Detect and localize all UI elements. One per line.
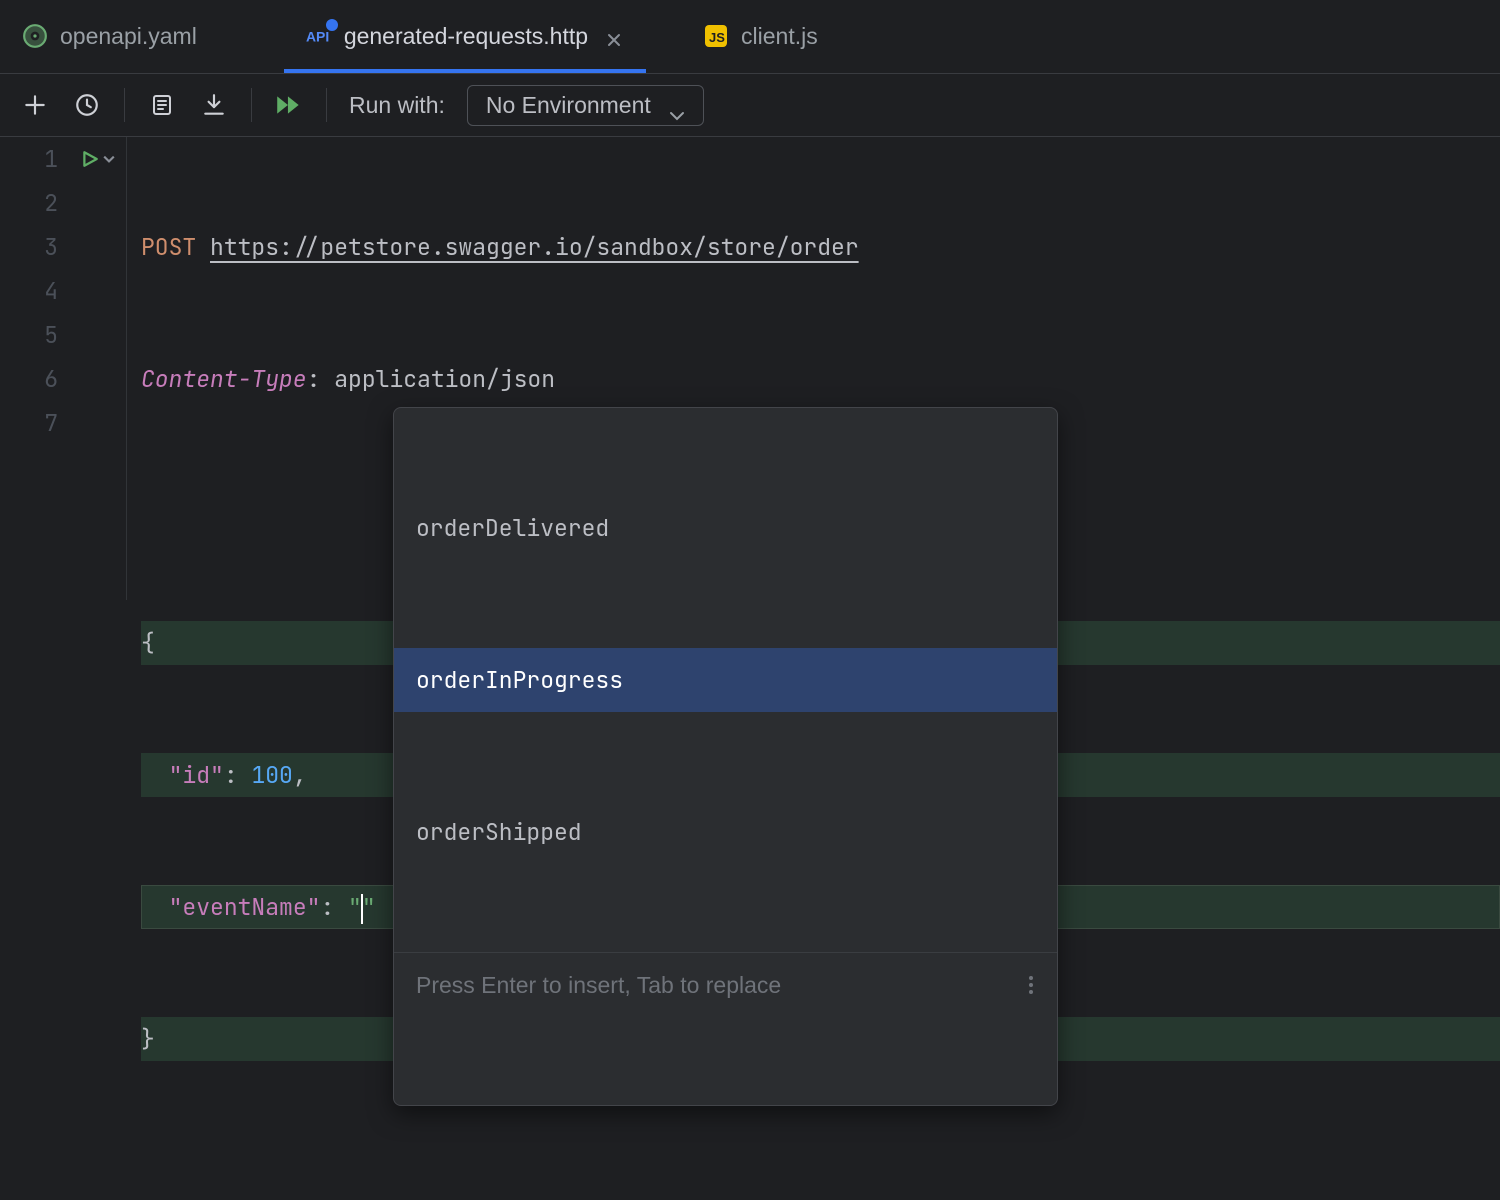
http-url[interactable]: https://petstore.swagger.io/sandbox/stor…	[210, 232, 859, 262]
history-icon[interactable]	[72, 90, 102, 120]
svg-text:JS: JS	[709, 30, 725, 45]
editor[interactable]: 1 2 3 4 5 6 7 POST https://petstore.swag…	[0, 137, 1500, 600]
openapi-icon	[22, 23, 48, 49]
environment-select[interactable]: No Environment	[467, 85, 704, 126]
autocomplete-item[interactable]: orderInProgress	[394, 648, 1057, 712]
structure-icon[interactable]	[147, 90, 177, 120]
environment-value: No Environment	[486, 92, 651, 119]
tab-bar: openapi.yaml API generated-requests.http…	[0, 0, 1500, 73]
tab-generated-requests[interactable]: API generated-requests.http	[284, 0, 646, 72]
http-method: POST	[141, 232, 196, 262]
run-request-icon[interactable]	[70, 137, 126, 181]
text-cursor	[361, 894, 363, 924]
import-icon[interactable]	[199, 90, 229, 120]
gutter-actions	[70, 137, 126, 600]
header-value: application/json	[334, 364, 555, 394]
run-all-icon[interactable]	[274, 90, 304, 120]
close-icon[interactable]	[606, 27, 624, 45]
run-with-label: Run with:	[349, 92, 445, 119]
toolbar-separator	[251, 88, 252, 122]
tab-label: openapi.yaml	[60, 23, 197, 50]
toolbar: Run with: No Environment	[0, 73, 1500, 137]
tab-label: generated-requests.http	[344, 23, 588, 50]
code-area[interactable]: POST https://petstore.swagger.io/sandbox…	[141, 137, 1500, 600]
tab-openapi[interactable]: openapi.yaml	[0, 0, 219, 72]
chevron-down-icon	[103, 155, 115, 163]
autocomplete-item[interactable]: orderShipped	[394, 800, 1057, 864]
tab-client-js[interactable]: JS client.js	[681, 0, 840, 72]
tab-label: client.js	[741, 23, 818, 50]
header-name: Content-Type	[141, 364, 307, 394]
js-icon: JS	[703, 23, 729, 49]
api-http-icon: API	[306, 23, 332, 49]
toolbar-separator	[326, 88, 327, 122]
chevron-down-icon	[669, 100, 685, 110]
autocomplete-item[interactable]: orderDelivered	[394, 496, 1057, 560]
more-icon[interactable]	[1029, 976, 1035, 994]
gutter-line-numbers: 1 2 3 4 5 6 7	[0, 137, 70, 600]
plus-icon[interactable]	[20, 90, 50, 120]
autocomplete-hint: Press Enter to insert, Tab to replace	[416, 963, 781, 1007]
toolbar-separator	[124, 88, 125, 122]
autocomplete-popup: orderDelivered orderInProgress orderShip…	[393, 407, 1058, 1106]
